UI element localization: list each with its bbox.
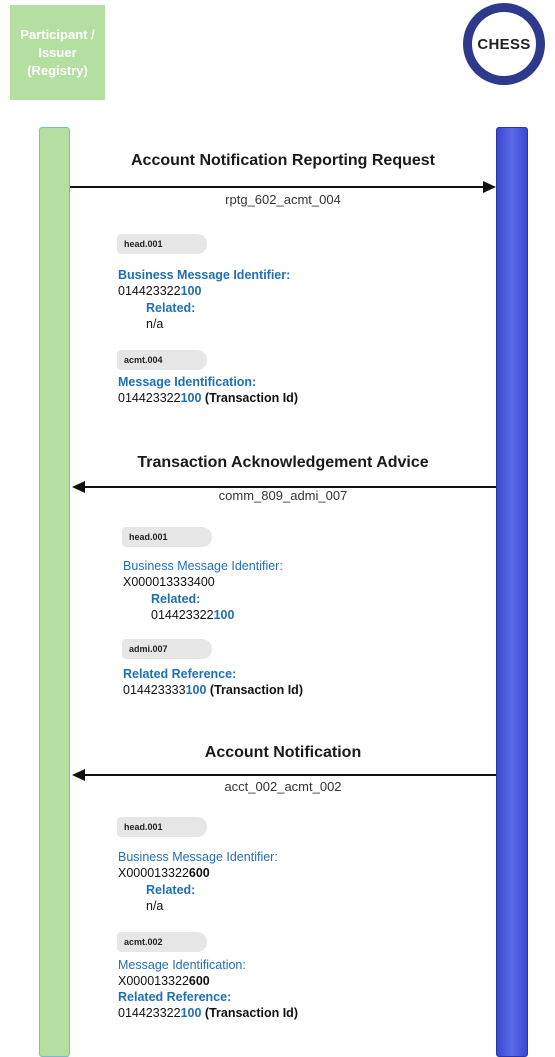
message-2-title: Transaction Acknowledgement Advice [137, 454, 429, 471]
chess-logo-text: CHESS [477, 35, 531, 53]
message-1-field1-label: Message Identification: [118, 375, 257, 389]
chess-logo-inner: CHESS [472, 12, 536, 76]
message-3-code: acct_002_acmt_002 [224, 779, 342, 794]
participant-lifeline [39, 127, 70, 1057]
message-1-arrow [70, 186, 485, 188]
message-3-bmi-value: X000013322600 [118, 866, 210, 880]
message-1-head-tag: head.001 [117, 234, 207, 254]
message-3-field2-label: Related Reference: [118, 990, 232, 1004]
message-3-field1-value: X000013322600 [118, 974, 210, 988]
message-1-related-label: Related: [146, 301, 196, 315]
message-2-head-tag: head.001 [122, 527, 212, 547]
message-1-field1-value: 014423322100 (Transaction Id) [118, 391, 298, 405]
message-2-bmi-label: Business Message Identifier: [123, 559, 283, 573]
message-3-field1-label: Message Identification: [118, 958, 246, 972]
chess-lifeline [496, 127, 528, 1057]
message-3-related-label: Related: [146, 883, 196, 897]
message-3-field2-value: 014423322100 (Transaction Id) [118, 1006, 298, 1020]
message-2-field1-label: Related Reference: [123, 667, 237, 681]
message-2-body-tag: admi.007 [122, 639, 212, 659]
message-2-related-label: Related: [151, 592, 201, 606]
message-1-body-tag: acmt.004 [117, 350, 207, 370]
message-3-title: Account Notification [204, 744, 362, 761]
participant-issuer-label: Participant / Issuer (Registry) [20, 26, 95, 78]
message-3-related-value: n/a [146, 899, 164, 913]
participant-issuer-actor: Participant / Issuer (Registry) [10, 5, 105, 100]
message-2-related-value: 014423322100 [151, 608, 235, 622]
message-1-title: Account Notification Reporting Request [131, 152, 435, 169]
message-3-arrow [84, 774, 496, 776]
message-3-body-tag: acmt.002 [117, 932, 207, 952]
message-1-bmi-label: Business Message Identifier: [118, 268, 291, 282]
chess-logo: CHESS [463, 3, 545, 85]
message-3-head-tag: head.001 [117, 817, 207, 837]
message-1-related-value: n/a [146, 317, 164, 331]
message-1-bmi-value: 014423322100 [118, 284, 202, 298]
message-2-field1-value: 014423333100 (Transaction Id) [123, 683, 303, 697]
message-1-code: rptg_602_acmt_004 [225, 192, 341, 207]
message-2-code: comm_809_admi_007 [218, 488, 348, 503]
message-3-bmi-label: Business Message Identifier: [118, 850, 278, 864]
message-2-bmi-value: X000013333400 [123, 575, 215, 589]
